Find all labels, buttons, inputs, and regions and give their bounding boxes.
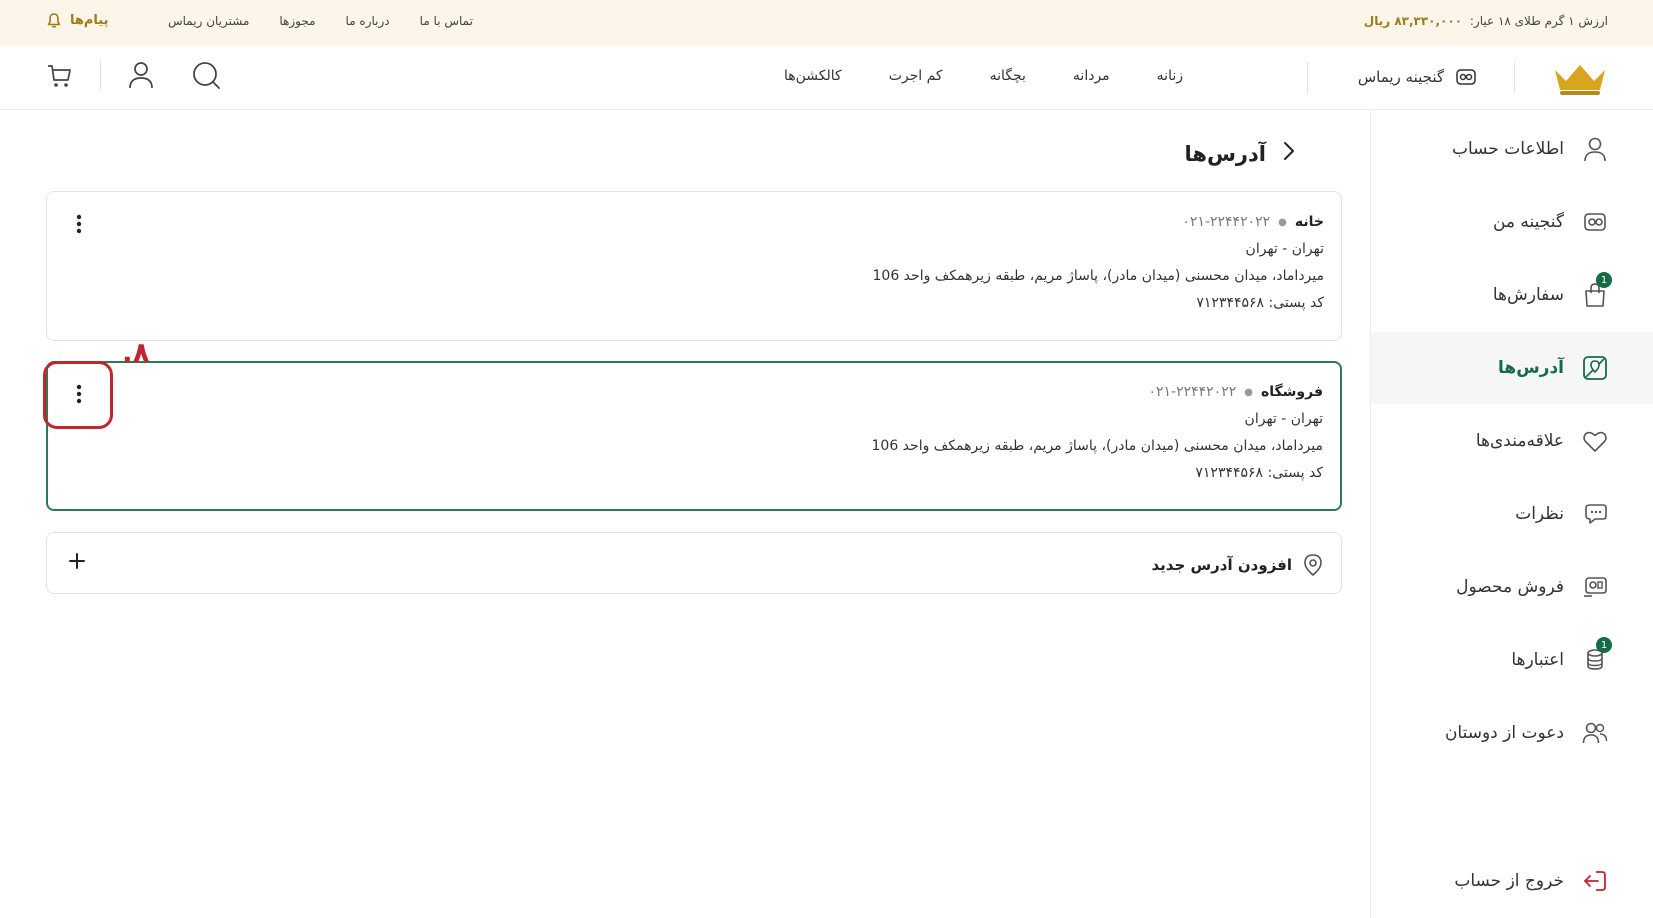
more-vertical-icon	[76, 214, 82, 234]
chevron-right-icon	[1284, 142, 1294, 160]
sidebar-item-label: نظرات	[1515, 504, 1564, 524]
users-icon	[1582, 720, 1608, 746]
sidebar-item-account-info[interactable]: اطلاعات حساب	[1371, 113, 1653, 185]
user-icon	[129, 62, 153, 89]
sidebar-item-label: فروش محصول	[1456, 577, 1564, 597]
main-header: گنجینه ریماس زنانه مردانه بچگانه کم اجرت…	[0, 46, 1653, 110]
sidebar-item-my-treasure[interactable]: گنجینه من	[1371, 186, 1653, 258]
address-details: فروشگاه ● ۰۲۱-۲۲۴۴۲۰۲۲ تهران - تهران میر…	[872, 384, 1324, 481]
gold-price-label: ارزش ۱ گرم طلای ۱۸ عیار:	[1469, 14, 1608, 28]
nav-women[interactable]: زنانه	[1157, 68, 1183, 84]
header-actions	[46, 60, 221, 90]
sidebar-item-orders[interactable]: 1 سفارش‌ها	[1371, 259, 1653, 331]
messages-button[interactable]: پیام‌ها	[46, 12, 109, 29]
address-menu-button[interactable]	[67, 210, 91, 238]
top-links: مشتریان ریماس مجوزها درباره ما تماس با م…	[168, 14, 473, 28]
page-title: آدرس‌ها	[1185, 140, 1297, 167]
address-street: میرداماد، میدان محسنی (میدان مادر)، پاسا…	[872, 268, 1325, 284]
logo-crown-icon[interactable]	[1552, 60, 1608, 100]
cart-icon	[48, 65, 71, 87]
top-link-customers[interactable]: مشتریان ریماس	[168, 14, 249, 28]
bag-icon: 1	[1582, 272, 1612, 308]
address-street: میرداماد، میدان محسنی (میدان مادر)، پاسا…	[871, 438, 1324, 454]
logout-icon	[1582, 868, 1608, 894]
sidebar-item-invite-friends[interactable]: دعوت از دوستان	[1371, 697, 1653, 769]
sidebar-item-credits[interactable]: 1 اعتبارها	[1371, 624, 1653, 696]
sidebar-item-addresses[interactable]: آدرس‌ها	[1371, 332, 1653, 404]
address-postal: کد پستی: ۷۱۲۳۴۴۵۶۸	[1195, 465, 1323, 481]
address-name: خانه	[1294, 214, 1324, 230]
nav-kids[interactable]: بچگانه	[990, 68, 1026, 84]
sidebar-item-label: سفارش‌ها	[1492, 285, 1564, 305]
brand-label: گنجینه ریماس	[1357, 68, 1444, 86]
top-link-about[interactable]: درباره ما	[346, 14, 390, 28]
nav-low-fee[interactable]: کم اجرت	[889, 68, 943, 84]
treasure-icon	[1456, 69, 1476, 85]
search-icon	[193, 62, 220, 89]
back-button[interactable]	[1282, 140, 1296, 167]
header-divider	[1514, 62, 1515, 94]
address-phone: ۰۲۱-۲۲۴۴۲۰۲۲	[1148, 384, 1237, 400]
sidebar-item-label: دعوت از دوستان	[1444, 723, 1564, 743]
sidebar-item-label: علاقه‌مندی‌ها	[1475, 431, 1564, 451]
tutorial-step-number: ۸.	[122, 336, 150, 369]
coins-icon: 1	[1582, 637, 1612, 673]
nav-men[interactable]: مردانه	[1073, 68, 1110, 84]
add-address-label: افزودن آدرس جدید	[1151, 556, 1292, 574]
header-divider	[1307, 62, 1308, 94]
plus-icon	[67, 551, 87, 575]
address-header: خانه ● ۰۲۱-۲۲۴۴۲۰۲۲	[1182, 214, 1324, 230]
tutorial-highlight-box	[43, 361, 113, 429]
address-header: فروشگاه ● ۰۲۱-۲۲۴۴۲۰۲۲	[1148, 384, 1323, 400]
heart-icon	[1582, 428, 1608, 454]
messages-label: پیام‌ها	[70, 13, 109, 28]
address-details: خانه ● ۰۲۱-۲۲۴۴۲۰۲۲ تهران - تهران میردام…	[873, 214, 1325, 311]
sidebar-item-comments[interactable]: نظرات	[1371, 478, 1653, 550]
address-phone: ۰۲۱-۲۲۴۴۲۰۲۲	[1182, 214, 1271, 230]
bell-icon	[47, 13, 61, 28]
address-name: فروشگاه	[1260, 384, 1323, 400]
brand-treasure-link[interactable]: گنجینه ریماس	[1358, 66, 1478, 88]
sidebar-item-label: گنجینه من	[1492, 212, 1564, 232]
cart-button[interactable]	[46, 60, 74, 90]
sidebar-item-label: اعتبارها	[1511, 650, 1564, 670]
account-button[interactable]	[127, 60, 155, 90]
user-icon	[1582, 136, 1608, 162]
header-divider	[100, 60, 101, 90]
sidebar-item-label: آدرس‌ها	[1498, 358, 1564, 378]
sidebar-item-favorites[interactable]: علاقه‌مندی‌ها	[1371, 405, 1653, 477]
sidebar-item-label: اطلاعات حساب	[1452, 139, 1564, 159]
add-address-label-group: افزودن آدرس جدید	[1151, 553, 1324, 577]
map-icon	[1582, 355, 1608, 381]
address-city: تهران - تهران	[1245, 241, 1324, 257]
gold-price: ارزش ۱ گرم طلای ۱۸ عیار: ۸۳,۳۳۰,۰۰۰ ریال	[1364, 14, 1608, 28]
orders-badge: 1	[1596, 272, 1612, 288]
account-sidebar: اطلاعات حساب گنجینه من 1 سفارش‌ها آدرس‌ه…	[1370, 110, 1653, 918]
separator-dot: ●	[1278, 216, 1287, 228]
main-nav: زنانه مردانه بچگانه کم اجرت کالکشن‌ها	[784, 68, 1183, 84]
logout-label: خروج از حساب	[1454, 871, 1564, 891]
search-button[interactable]	[191, 60, 221, 90]
page-title-label: آدرس‌ها	[1184, 141, 1267, 166]
add-address-button[interactable]: افزودن آدرس جدید	[46, 532, 1342, 594]
treasure-icon	[1582, 209, 1608, 235]
comments-icon	[1582, 501, 1608, 527]
sell-icon	[1582, 574, 1608, 600]
top-strip: ارزش ۱ گرم طلای ۱۸ عیار: ۸۳,۳۳۰,۰۰۰ ریال…	[0, 0, 1653, 46]
top-link-contact[interactable]: تماس با ما	[420, 14, 473, 28]
location-pin-icon	[1304, 554, 1322, 577]
sidebar-item-sell-product[interactable]: فروش محصول	[1371, 551, 1653, 623]
top-link-licenses[interactable]: مجوزها	[279, 14, 315, 28]
credits-badge: 1	[1596, 637, 1612, 653]
gold-price-value: ۸۳,۳۳۰,۰۰۰ ریال	[1363, 14, 1463, 28]
address-city: تهران - تهران	[1244, 411, 1323, 427]
logout-button[interactable]: خروج از حساب	[1371, 845, 1653, 917]
address-card-selected[interactable]: فروشگاه ● ۰۲۱-۲۲۴۴۲۰۲۲ تهران - تهران میر…	[46, 361, 1342, 511]
address-postal: کد پستی: ۷۱۲۳۴۴۵۶۸	[1196, 295, 1324, 311]
separator-dot: ●	[1244, 386, 1253, 398]
nav-collections[interactable]: کالکشن‌ها	[784, 68, 842, 84]
address-card[interactable]: خانه ● ۰۲۱-۲۲۴۴۲۰۲۲ تهران - تهران میردام…	[46, 191, 1342, 341]
